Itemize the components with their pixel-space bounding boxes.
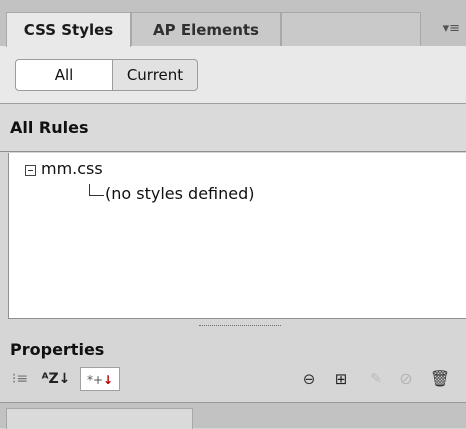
properties-header: Properties	[10, 340, 105, 359]
next-panel-tab[interactable]	[6, 408, 193, 429]
properties-toolbar: ⁝≡ ᴬZ↓ *+↓ ⊖ ⊞ ✎ ⊘ 🗑	[0, 364, 466, 394]
new-css-rule-icon[interactable]: ⊞	[330, 367, 352, 391]
tree-root-item[interactable]: mm.css	[41, 159, 103, 178]
attach-stylesheet-icon[interactable]: ⊖	[297, 367, 321, 391]
set-properties-glyph: *+	[86, 373, 103, 387]
set-properties-arrow: ↓	[103, 373, 114, 387]
current-toggle-button[interactable]: Current	[112, 59, 198, 91]
tab-css-styles[interactable]: CSS Styles	[6, 12, 131, 47]
delete-rule-icon[interactable]: 🗑	[428, 367, 452, 391]
splitter-grip-icon[interactable]	[199, 325, 281, 327]
tab-strip-empty	[281, 12, 421, 46]
disable-property-icon[interactable]: ⊘	[396, 367, 416, 391]
collapse-icon[interactable]	[25, 165, 36, 176]
options-menu-icon[interactable]: ▾≡	[420, 18, 460, 40]
rules-tree: mm.css (no styles defined)	[8, 153, 466, 319]
tree-connector	[89, 184, 104, 196]
alphabetical-view-icon[interactable]: ᴬZ↓	[36, 367, 76, 391]
panel-tab-bar: CSS Styles AP Elements ▾≡	[0, 0, 466, 47]
edit-rule-icon[interactable]: ✎	[366, 367, 386, 391]
category-view-icon[interactable]: ⁝≡	[8, 367, 32, 391]
next-panel-tab-bar	[0, 402, 466, 429]
all-rules-header: All Rules	[0, 104, 466, 152]
show-set-properties-icon[interactable]: *+↓	[80, 367, 120, 391]
pane-splitter[interactable]	[0, 319, 466, 333]
view-toggle-bar: All Current	[0, 46, 466, 104]
tree-child-item[interactable]: (no styles defined)	[105, 184, 255, 203]
all-toggle-button[interactable]: All	[15, 59, 113, 91]
tab-ap-elements[interactable]: AP Elements	[131, 12, 281, 46]
